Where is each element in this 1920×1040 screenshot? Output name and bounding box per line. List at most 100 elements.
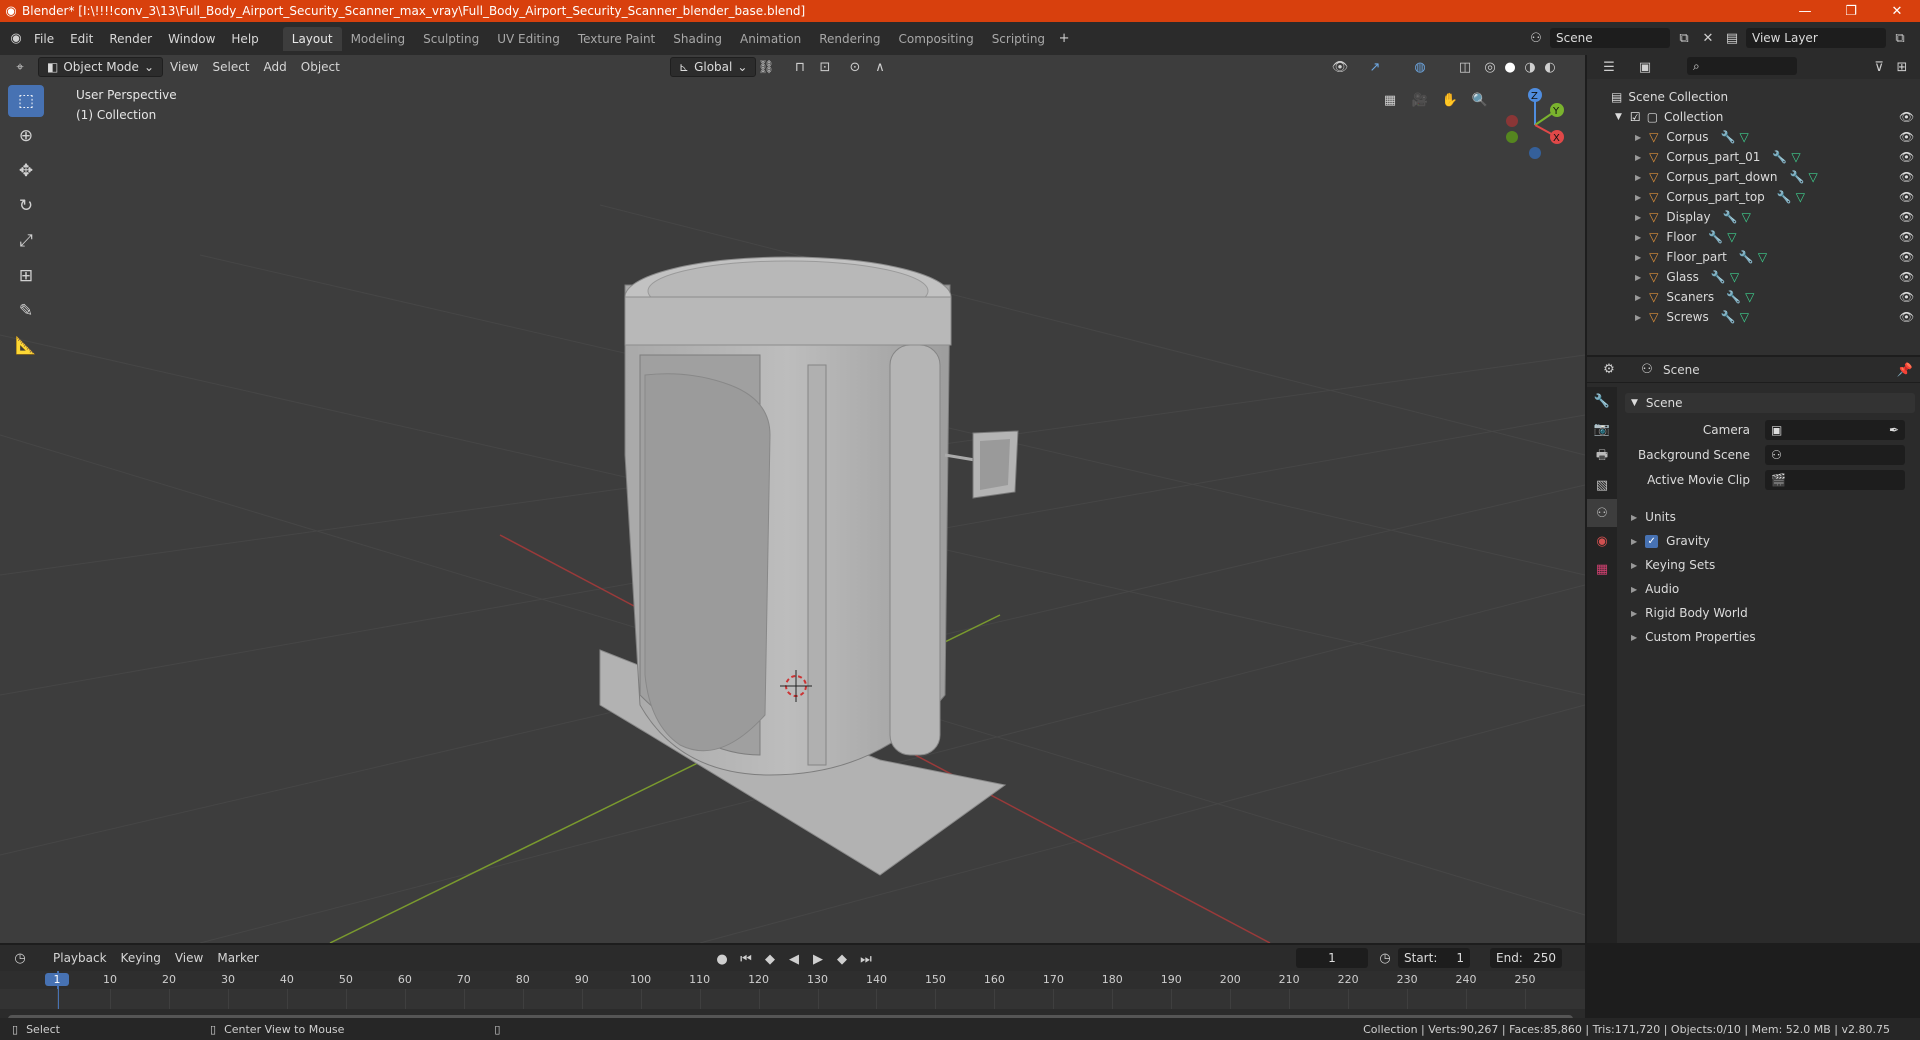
restore-icon[interactable]: ❐ xyxy=(1828,0,1874,22)
rendered-shading-icon[interactable]: ◐ xyxy=(1540,57,1560,77)
scene-icon[interactable]: ⚇ xyxy=(1526,28,1546,48)
modifier-icon[interactable]: 🔧 xyxy=(1772,150,1787,164)
display-mode-icon[interactable]: ▣ xyxy=(1635,57,1655,77)
visibility-eye-icon[interactable]: 👁 xyxy=(1899,270,1914,284)
properties-editor-type-icon[interactable]: ⚙ xyxy=(1599,360,1619,380)
minimize-icon[interactable]: — xyxy=(1782,0,1828,22)
expand-arrow-icon[interactable]: ▶ xyxy=(1635,213,1641,222)
outliner-row-object[interactable]: ▶ ▽ Corpus_part_down 🔧 ▽ 👁 xyxy=(1587,167,1920,187)
filter-icon[interactable]: ⊽ xyxy=(1869,57,1889,77)
clock-icon[interactable]: ◷ xyxy=(1375,948,1395,968)
tool-tab-icon[interactable]: 🔧 xyxy=(1587,387,1617,415)
tab-shading[interactable]: Shading xyxy=(664,27,731,51)
viewport-scene[interactable] xyxy=(0,55,1585,943)
outliner-row-object[interactable]: ▶ ▽ Corpus 🔧 ▽ 👁 xyxy=(1587,127,1920,147)
proportional-edit-icon[interactable]: ⊙ xyxy=(845,57,865,77)
prev-keyframe-icon[interactable]: ◆ xyxy=(760,949,780,969)
active-movie-clip-field[interactable]: 🎬 xyxy=(1765,470,1905,490)
outliner-row-object[interactable]: ▶ ▽ Corpus_part_top 🔧 ▽ 👁 xyxy=(1587,187,1920,207)
viewport-menu-select[interactable]: Select xyxy=(205,57,256,77)
tab-layout[interactable]: Layout xyxy=(282,26,342,51)
visibility-icon[interactable]: 👁 xyxy=(1330,57,1350,77)
timeline-menu-view[interactable]: View xyxy=(168,948,210,968)
outliner-row-object[interactable]: ▶ ▽ Scaners 🔧 ▽ 👁 xyxy=(1587,287,1920,307)
xray-icon[interactable]: ◫ xyxy=(1455,57,1475,77)
expand-arrow-icon[interactable]: ▼ xyxy=(1615,112,1622,122)
props-section-rigid-body-world[interactable]: ▶ Rigid Body World xyxy=(1625,603,1915,623)
props-section-gravity[interactable]: ▶ ✓ Gravity xyxy=(1625,531,1915,551)
mesh-data-icon[interactable]: ▽ xyxy=(1739,130,1748,144)
world-tab-icon[interactable]: ◉ xyxy=(1587,527,1617,555)
view-layer-tab-icon[interactable]: ▧ xyxy=(1587,471,1617,499)
output-tab-icon[interactable]: 🖶 xyxy=(1587,443,1617,471)
scene-field[interactable]: Scene xyxy=(1550,28,1670,48)
tab-compositing[interactable]: Compositing xyxy=(889,27,982,51)
outliner-row-object[interactable]: ▶ ▽ Glass 🔧 ▽ 👁 xyxy=(1587,267,1920,287)
props-section-audio[interactable]: ▶ Audio xyxy=(1625,579,1915,599)
close-icon[interactable]: ✕ xyxy=(1874,0,1920,22)
mesh-data-icon[interactable]: ▽ xyxy=(1758,250,1767,264)
mesh-data-icon[interactable]: ▽ xyxy=(1740,310,1749,324)
view-layer-field[interactable]: View Layer xyxy=(1746,28,1886,48)
props-section-custom-properties[interactable]: ▶ Custom Properties xyxy=(1625,627,1915,647)
jump-end-icon[interactable]: ⏭ xyxy=(856,949,876,969)
scene-tab-icon[interactable]: ⚇ xyxy=(1587,499,1617,527)
start-frame-field[interactable]: Start: 1 xyxy=(1398,948,1470,968)
viewport-menu-add[interactable]: Add xyxy=(257,57,294,77)
new-scene-icon[interactable]: ⧉ xyxy=(1674,28,1694,48)
play-icon[interactable]: ▶ xyxy=(808,949,828,969)
tab-scripting[interactable]: Scripting xyxy=(983,27,1054,51)
pivot-icon[interactable]: ⛓ xyxy=(756,57,776,77)
next-keyframe-icon[interactable]: ◆ xyxy=(832,949,852,969)
wireframe-shading-icon[interactable]: ◎ xyxy=(1480,57,1500,77)
expand-arrow-icon[interactable]: ▶ xyxy=(1635,133,1641,142)
new-view-layer-icon[interactable]: ⧉ xyxy=(1890,28,1910,48)
rotate-tool-icon[interactable]: ↻ xyxy=(8,190,44,222)
new-collection-icon[interactable]: ⊞ xyxy=(1892,57,1912,77)
expand-arrow-icon[interactable]: ▶ xyxy=(1635,233,1641,242)
visibility-eye-icon[interactable]: 👁 xyxy=(1899,190,1914,204)
expand-arrow-icon[interactable]: ▶ xyxy=(1635,313,1641,322)
tab-rendering[interactable]: Rendering xyxy=(810,27,889,51)
transform-tool-icon[interactable]: ⊞ xyxy=(8,260,44,292)
eyedropper-icon[interactable]: ✒ xyxy=(1889,423,1899,437)
modifier-icon[interactable]: 🔧 xyxy=(1708,230,1723,244)
modifier-icon[interactable]: 🔧 xyxy=(1739,250,1754,264)
outliner-search-input[interactable]: ⌕ xyxy=(1687,57,1797,75)
collection-checkbox-icon[interactable]: ☑ xyxy=(1630,110,1641,124)
material-shading-icon[interactable]: ◑ xyxy=(1520,57,1540,77)
falloff-icon[interactable]: ∧ xyxy=(870,57,890,77)
3d-viewport[interactable]: ⌖ ◧ Object Mode ⌄ View Select Add Object… xyxy=(0,55,1585,943)
camera-field[interactable]: ▣ ✒ xyxy=(1765,420,1905,440)
outliner-row-object[interactable]: ▶ ▽ Corpus_part_01 🔧 ▽ 👁 xyxy=(1587,147,1920,167)
current-frame-field[interactable]: 1 xyxy=(1296,948,1368,968)
expand-arrow-icon[interactable]: ▶ xyxy=(1635,193,1641,202)
expand-arrow-icon[interactable]: ▶ xyxy=(1635,253,1641,262)
jump-start-icon[interactable]: ⏮ xyxy=(736,949,756,969)
mesh-data-icon[interactable]: ▽ xyxy=(1808,170,1817,184)
menu-render[interactable]: Render xyxy=(101,32,160,46)
mode-dropdown[interactable]: ◧ Object Mode ⌄ xyxy=(38,57,163,77)
viewport-menu-view[interactable]: View xyxy=(163,57,205,77)
modifier-icon[interactable]: 🔧 xyxy=(1726,290,1741,304)
menu-edit[interactable]: Edit xyxy=(62,32,101,46)
render-tab-icon[interactable]: 📷 xyxy=(1587,415,1617,443)
visibility-eye-icon[interactable]: 👁 xyxy=(1899,170,1914,184)
menu-help[interactable]: Help xyxy=(223,32,266,46)
gravity-checkbox[interactable]: ✓ xyxy=(1645,534,1659,548)
outliner-row-object[interactable]: ▶ ▽ Screws 🔧 ▽ 👁 xyxy=(1587,307,1920,327)
play-reverse-icon[interactable]: ◀ xyxy=(784,949,804,969)
mesh-data-icon[interactable]: ▽ xyxy=(1727,230,1736,244)
timeline-menu-playback[interactable]: Playback xyxy=(46,948,114,968)
visibility-eye-icon[interactable]: 👁 xyxy=(1899,250,1914,264)
props-section-units[interactable]: ▶ Units xyxy=(1625,507,1915,527)
texture-tab-icon[interactable]: ▦ xyxy=(1587,555,1617,583)
tab-uv-editing[interactable]: UV Editing xyxy=(488,27,569,51)
timeline-area[interactable]: 1 10 20 30 40 50 60 70 80 90 100 110 120 130 140 150 160… xyxy=(0,971,1585,1009)
mesh-data-icon[interactable]: ▽ xyxy=(1742,210,1751,224)
modifier-icon[interactable]: 🔧 xyxy=(1721,310,1736,324)
editor-type-icon[interactable]: ⌖ xyxy=(10,57,30,77)
menu-file[interactable]: File xyxy=(26,32,62,46)
snap-icon[interactable]: ⊓ xyxy=(790,57,810,77)
visibility-eye-icon[interactable]: 👁 xyxy=(1899,290,1914,304)
